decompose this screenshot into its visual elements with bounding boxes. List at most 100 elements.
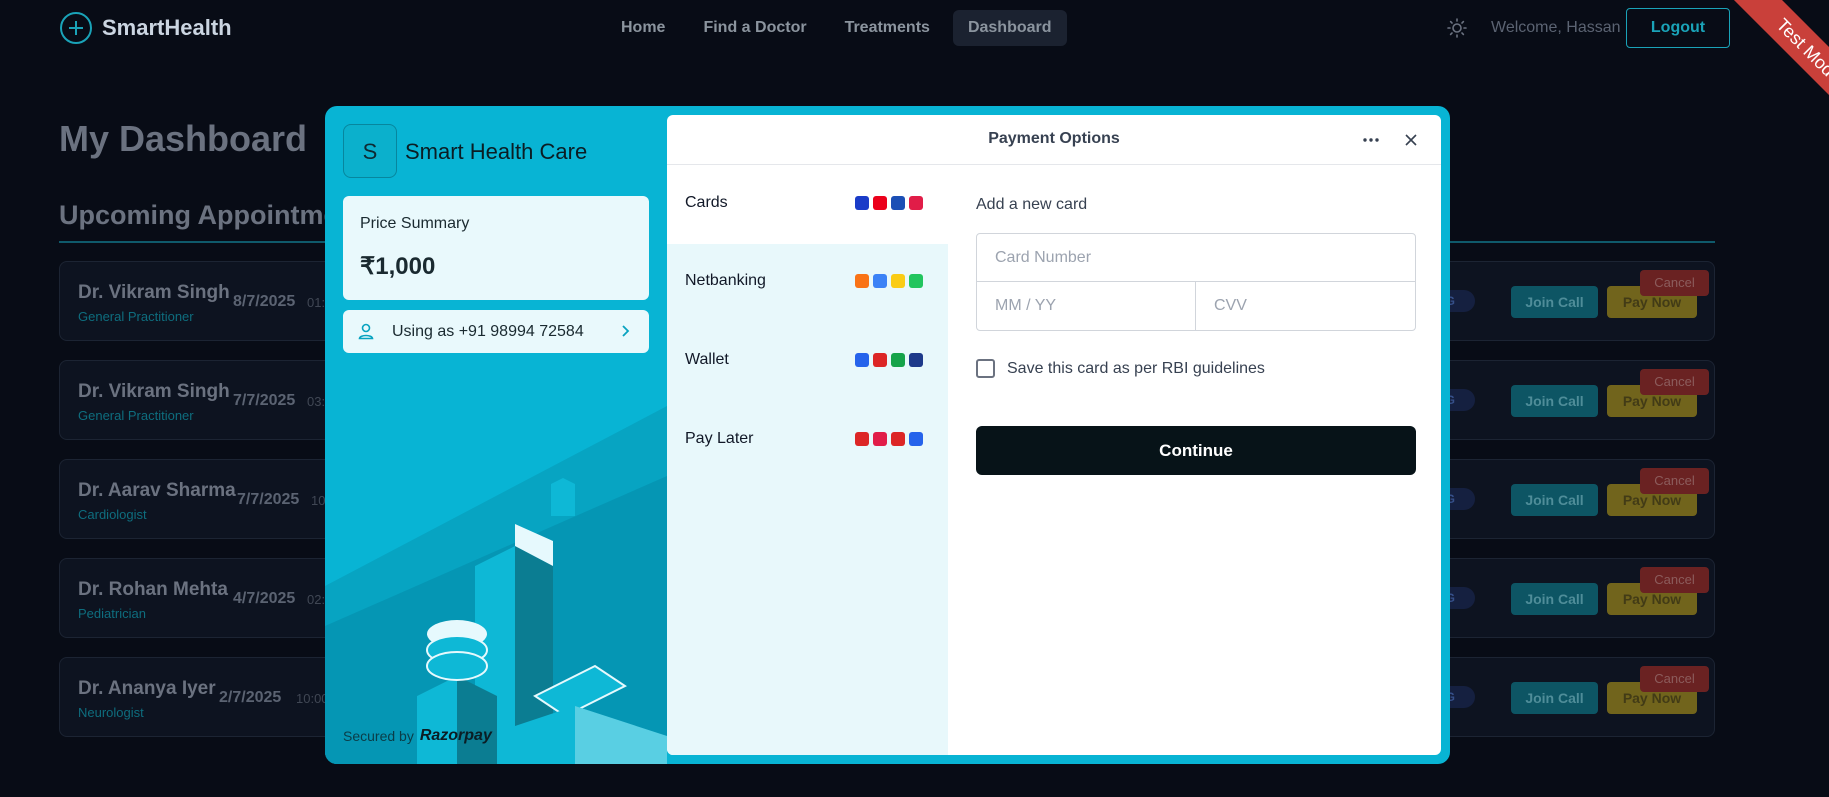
plus-icon (60, 12, 92, 44)
expiry-placeholder: MM / YY (995, 297, 1057, 314)
nav-links: Home Find a Doctor Treatments Dashboard (606, 10, 1067, 46)
appointment-date: 8/7/2025 (233, 293, 296, 310)
payment-methods: Cards Netbanking Wallet Pay Later (667, 166, 948, 755)
appointment-time: 03: (307, 394, 326, 409)
method-cards[interactable]: Cards (667, 166, 948, 244)
doctor-name: Dr. Ananya Iyer (78, 678, 216, 699)
price-summary-card: Price Summary ₹1,000 (343, 196, 649, 300)
using-as-text: Using as +91 98994 72584 (392, 323, 584, 340)
doctor-specialty: Cardiologist (78, 507, 147, 522)
add-card-heading: Add a new card (976, 196, 1088, 213)
appointment-date: 7/7/2025 (237, 491, 300, 508)
bank-logo-icon (873, 274, 887, 288)
bank-logo-icon (855, 274, 869, 288)
welcome-text: Welcome, Hassan (1491, 19, 1621, 36)
nav-link-treatments[interactable]: Treatments (830, 10, 945, 46)
card-logo-icon (855, 196, 869, 210)
save-card-label: Save this card as per RBI guidelines (1007, 359, 1265, 377)
doctor-specialty: Neurologist (78, 705, 144, 720)
section-title: Upcoming Appointme (59, 200, 339, 230)
cancel-button[interactable]: Cancel (1640, 666, 1709, 692)
appointment-time: 02: (307, 592, 326, 607)
cvv-placeholder: CVV (1214, 297, 1247, 314)
wallet-logo-icon (873, 353, 887, 367)
method-label: Pay Later (685, 430, 754, 447)
doctor-name: Dr. Vikram Singh (78, 381, 230, 402)
paylater-logo-icon (909, 432, 923, 446)
doctor-specialty: General Practitioner (78, 309, 194, 324)
card-network-logos (855, 196, 923, 210)
nav-link-home[interactable]: Home (606, 10, 680, 46)
card-number-placeholder: Card Number (995, 249, 1092, 266)
card-logo-icon (909, 196, 923, 210)
method-wallet[interactable]: Wallet (667, 323, 948, 401)
brand-logo[interactable]: SmartHealth (60, 12, 232, 44)
chevron-right-icon (622, 325, 630, 337)
join-call-button[interactable]: Join Call (1511, 682, 1598, 714)
test-mode-ribbon: Test Mode (1689, 0, 1829, 110)
join-call-button[interactable]: Join Call (1511, 484, 1598, 516)
paylater-logo-icon (855, 432, 869, 446)
save-card-row[interactable]: Save this card as per RBI guidelines (976, 359, 1265, 378)
price-summary-label: Price Summary (360, 215, 470, 232)
join-call-button[interactable]: Join Call (1511, 286, 1598, 318)
secured-by-label: Secured by (343, 728, 414, 744)
expiry-input[interactable]: MM / YY (977, 282, 1196, 330)
cvv-input[interactable]: CVV (1196, 282, 1415, 330)
secured-by: Secured by Razorpay (343, 727, 492, 745)
bank-logo-icon (909, 274, 923, 288)
panel-header: Payment Options (667, 115, 1441, 165)
doctor-name: Dr. Aarav Sharma (78, 480, 236, 501)
continue-button[interactable]: Continue (976, 426, 1416, 475)
sun-icon[interactable] (1447, 18, 1467, 38)
top-nav: SmartHealth Home Find a Doctor Treatment… (0, 0, 1829, 56)
ribbon-label: Test Mode (1726, 0, 1829, 110)
razorpay-logo: Razorpay (419, 727, 492, 744)
nav-link-find-doctor[interactable]: Find a Doctor (688, 10, 821, 46)
panel-title: Payment Options (988, 130, 1120, 147)
cancel-button[interactable]: Cancel (1640, 270, 1709, 296)
merchant-name: Smart Health Care (405, 139, 588, 164)
payment-modal: S Smart Health Care Price Summary ₹1,000… (325, 106, 1450, 764)
merchant-avatar: S (343, 124, 397, 178)
price-amount: ₹1,000 (360, 253, 436, 280)
cancel-button[interactable]: Cancel (1640, 468, 1709, 494)
paylater-logos (855, 432, 923, 446)
method-pay-later[interactable]: Pay Later (667, 402, 948, 480)
close-icon[interactable] (1402, 131, 1420, 149)
card-number-input[interactable]: Card Number (977, 234, 1415, 282)
city-illustration (325, 406, 667, 764)
cancel-button[interactable]: Cancel (1640, 567, 1709, 593)
method-label: Netbanking (685, 272, 766, 289)
card-logo-icon (891, 196, 905, 210)
method-label: Wallet (685, 351, 729, 368)
join-call-button[interactable]: Join Call (1511, 583, 1598, 615)
method-netbanking[interactable]: Netbanking (667, 244, 948, 322)
appointment-time: 10:00 (296, 691, 329, 706)
nav-link-dashboard[interactable]: Dashboard (952, 10, 1067, 46)
join-call-button[interactable]: Join Call (1511, 385, 1598, 417)
doctor-name: Dr. Rohan Mehta (78, 579, 228, 600)
more-options-icon[interactable] (1361, 131, 1381, 149)
method-label: Cards (685, 194, 728, 211)
payment-options-panel: Payment Options Cards Netbanking Wallet … (667, 115, 1441, 755)
bank-logo-icon (891, 274, 905, 288)
save-card-checkbox[interactable] (976, 359, 995, 378)
card-input-group: Card Number MM / YY CVV (976, 233, 1416, 331)
cancel-button[interactable]: Cancel (1640, 369, 1709, 395)
user-icon (358, 323, 374, 340)
doctor-name: Dr. Vikram Singh (78, 282, 230, 303)
appointment-date: 7/7/2025 (233, 392, 296, 409)
paylater-logo-icon (891, 432, 905, 446)
contact-selector[interactable]: Using as +91 98994 72584 (343, 310, 649, 353)
paylater-logo-icon (873, 432, 887, 446)
wallet-logo-icon (855, 353, 869, 367)
brand-name: SmartHealth (102, 15, 232, 40)
doctor-specialty: Pediatrician (78, 606, 146, 621)
appointment-date: 2/7/2025 (219, 689, 282, 706)
page-title: My Dashboard (59, 118, 308, 159)
bank-logos (855, 274, 923, 288)
doctor-specialty: General Practitioner (78, 408, 194, 423)
card-logo-icon (873, 196, 887, 210)
appointment-date: 4/7/2025 (233, 590, 296, 607)
